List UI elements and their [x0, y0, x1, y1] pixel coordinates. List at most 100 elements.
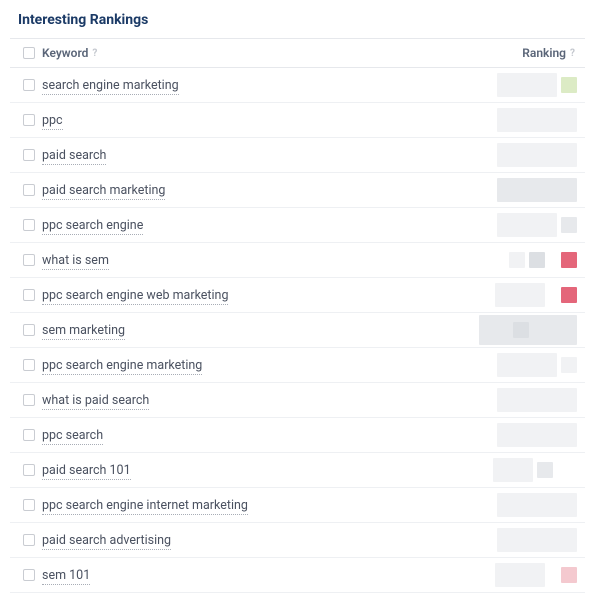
table-row: ppc — [10, 103, 585, 138]
table-header: Keyword ? Ranking ? — [10, 38, 585, 68]
keyword-text: paid search advertising — [42, 533, 171, 550]
ranking-bar — [497, 108, 577, 132]
keyword-text: paid search — [42, 148, 106, 165]
row-checkbox[interactable] — [23, 149, 35, 161]
row-checkbox[interactable] — [23, 219, 35, 231]
ranking-block — [509, 252, 525, 268]
ranking-bar — [497, 213, 557, 237]
ranking-block — [537, 462, 553, 478]
checkbox-cell — [16, 324, 42, 336]
row-checkbox[interactable] — [23, 289, 35, 301]
ranking-bar — [497, 388, 577, 412]
ranking-bar — [493, 458, 533, 482]
ranking-bar — [497, 353, 557, 377]
ranking-cell — [479, 418, 579, 452]
ranking-bar — [497, 493, 577, 517]
ranking-bar — [497, 178, 577, 202]
keyword-text: what is paid search — [42, 393, 149, 410]
row-checkbox[interactable] — [23, 254, 35, 266]
select-all-checkbox[interactable] — [23, 47, 35, 59]
table-row: what is sem — [10, 243, 585, 278]
checkbox-cell — [16, 359, 42, 371]
table-row: paid search marketing — [10, 173, 585, 208]
row-checkbox[interactable] — [23, 359, 35, 371]
row-checkbox[interactable] — [23, 79, 35, 91]
ranking-bar — [497, 423, 577, 447]
keyword-cell[interactable]: sem marketing — [42, 323, 479, 338]
ranking-cell — [479, 453, 579, 487]
ranking-bar — [495, 563, 545, 587]
ranking-block — [513, 322, 529, 338]
row-checkbox[interactable] — [23, 499, 35, 511]
keyword-text: paid search 101 — [42, 463, 131, 480]
ranking-bar — [495, 283, 545, 307]
ranking-block — [561, 567, 577, 583]
checkbox-cell — [16, 114, 42, 126]
row-checkbox[interactable] — [23, 464, 35, 476]
row-checkbox[interactable] — [23, 569, 35, 581]
column-label: Keyword — [42, 46, 88, 60]
keyword-cell[interactable]: search engine marketing — [42, 78, 479, 93]
ranking-block — [561, 357, 577, 373]
ranking-cell — [479, 138, 579, 172]
keyword-cell[interactable]: ppc search engine web marketing — [42, 288, 479, 303]
checkbox-cell — [16, 429, 42, 441]
checkbox-cell — [16, 254, 42, 266]
keyword-cell[interactable]: ppc search engine marketing — [42, 358, 479, 373]
column-label: Ranking — [522, 46, 566, 60]
keyword-text: paid search marketing — [42, 183, 165, 200]
keyword-cell[interactable]: sem 101 — [42, 568, 479, 583]
checkbox-cell — [16, 499, 42, 511]
row-checkbox[interactable] — [23, 394, 35, 406]
row-checkbox[interactable] — [23, 324, 35, 336]
ranking-cell — [479, 558, 579, 592]
row-checkbox[interactable] — [23, 534, 35, 546]
row-checkbox[interactable] — [23, 429, 35, 441]
ranking-cell — [479, 313, 579, 347]
ranking-block — [561, 77, 577, 93]
ranking-cell — [479, 488, 579, 522]
keyword-cell[interactable]: paid search advertising — [42, 533, 479, 548]
keyword-text: ppc search — [42, 428, 103, 445]
rankings-table: Interesting Rankings Keyword ? Ranking ?… — [0, 0, 595, 593]
ranking-cell — [479, 68, 579, 102]
checkbox-cell — [16, 534, 42, 546]
table-row: ppc search — [10, 418, 585, 453]
row-checkbox[interactable] — [23, 184, 35, 196]
panel-title: Interesting Rankings — [10, 10, 585, 38]
help-icon[interactable]: ? — [92, 48, 97, 59]
table-body: search engine marketing ppc paid search pai… — [10, 68, 585, 593]
checkbox-cell — [16, 394, 42, 406]
keyword-cell[interactable]: ppc search — [42, 428, 479, 443]
column-header-keyword[interactable]: Keyword ? — [42, 46, 479, 60]
ranking-block — [561, 287, 577, 303]
table-row: paid search advertising — [10, 523, 585, 558]
keyword-text: ppc search engine web marketing — [42, 288, 228, 305]
select-all-cell — [16, 47, 42, 59]
table-row: sem 101 — [10, 558, 585, 593]
table-row: ppc search engine internet marketing — [10, 488, 585, 523]
checkbox-cell — [16, 464, 42, 476]
keyword-cell[interactable]: paid search marketing — [42, 183, 479, 198]
keyword-cell[interactable]: ppc — [42, 113, 479, 128]
keyword-cell[interactable]: what is paid search — [42, 393, 479, 408]
table-row: ppc search engine marketing — [10, 348, 585, 383]
row-checkbox[interactable] — [23, 114, 35, 126]
table-row: search engine marketing — [10, 68, 585, 103]
keyword-cell[interactable]: ppc search engine internet marketing — [42, 498, 479, 513]
ranking-block — [561, 252, 577, 268]
keyword-cell[interactable]: ppc search engine — [42, 218, 479, 233]
table-row: what is paid search — [10, 383, 585, 418]
keyword-cell[interactable]: paid search — [42, 148, 479, 163]
ranking-bar — [497, 528, 577, 552]
ranking-cell — [479, 243, 579, 277]
ranking-cell — [479, 278, 579, 312]
keyword-cell[interactable]: paid search 101 — [42, 463, 479, 478]
ranking-bar — [497, 73, 557, 97]
keyword-text: ppc search engine internet marketing — [42, 498, 248, 515]
keyword-text: ppc search engine marketing — [42, 358, 202, 375]
keyword-cell[interactable]: what is sem — [42, 253, 479, 268]
column-header-ranking[interactable]: Ranking ? — [479, 46, 579, 60]
ranking-cell — [479, 173, 579, 207]
help-icon[interactable]: ? — [570, 48, 575, 59]
